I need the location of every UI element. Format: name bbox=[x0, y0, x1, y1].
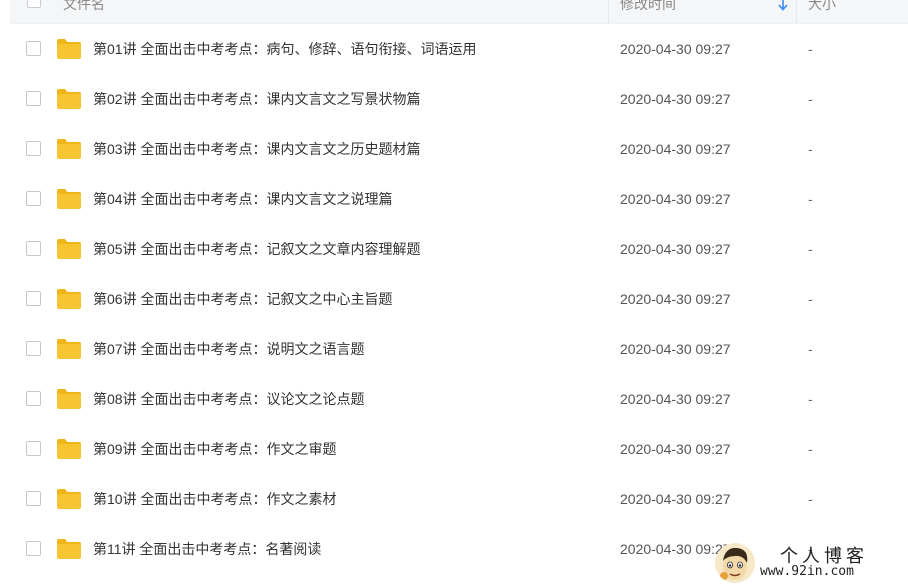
file-name[interactable]: 第11讲 全面出击中考考点：名著阅读 bbox=[93, 539, 321, 559]
file-size: - bbox=[808, 241, 813, 257]
column-divider[interactable] bbox=[608, 0, 609, 23]
column-divider[interactable] bbox=[796, 0, 797, 23]
row-checkbox[interactable] bbox=[26, 141, 41, 156]
file-list-page: 文件名 修改时间 大小 第01讲 全面出击中考考点：病句、修辞、语句衔接、词语运… bbox=[0, 0, 908, 586]
file-name[interactable]: 第07讲 全面出击中考考点：说明文之语言题 bbox=[93, 339, 364, 359]
folder-icon[interactable] bbox=[56, 138, 82, 160]
folder-icon[interactable] bbox=[56, 88, 82, 110]
modified-time: 2020-04-30 09:27 bbox=[620, 491, 731, 507]
watermark-logo: 个人博客 www.92in.com bbox=[712, 540, 908, 586]
modified-time: 2020-04-30 09:27 bbox=[620, 41, 731, 57]
file-name[interactable]: 第04讲 全面出击中考考点：课内文言文之说理篇 bbox=[93, 189, 392, 209]
file-size: - bbox=[808, 441, 813, 457]
file-row[interactable]: 第07讲 全面出击中考考点：说明文之语言题 2020-04-30 09:27 - bbox=[0, 324, 908, 374]
file-row[interactable]: 第06讲 全面出击中考考点：记叙文之中心主旨题 2020-04-30 09:27 - bbox=[0, 274, 908, 324]
watermark-url: www.92in.com bbox=[760, 564, 854, 579]
file-name[interactable]: 第10讲 全面出击中考考点：作文之素材 bbox=[93, 489, 336, 509]
row-checkbox[interactable] bbox=[26, 541, 41, 556]
row-checkbox[interactable] bbox=[26, 441, 41, 456]
file-size: - bbox=[808, 491, 813, 507]
file-size: - bbox=[808, 341, 813, 357]
row-checkbox[interactable] bbox=[26, 291, 41, 306]
file-list: 第01讲 全面出击中考考点：病句、修辞、语句衔接、词语运用 2020-04-30 … bbox=[0, 24, 908, 574]
row-checkbox[interactable] bbox=[26, 191, 41, 206]
row-checkbox[interactable] bbox=[26, 341, 41, 356]
file-name[interactable]: 第03讲 全面出击中考考点：课内文言文之历史题材篇 bbox=[93, 139, 420, 159]
row-checkbox[interactable] bbox=[26, 491, 41, 506]
file-size: - bbox=[808, 191, 813, 207]
file-row[interactable]: 第04讲 全面出击中考考点：课内文言文之说理篇 2020-04-30 09:27 - bbox=[0, 174, 908, 224]
modified-time: 2020-04-30 09:27 bbox=[620, 141, 731, 157]
file-row[interactable]: 第10讲 全面出击中考考点：作文之素材 2020-04-30 09:27 - bbox=[0, 474, 908, 524]
file-name[interactable]: 第01讲 全面出击中考考点：病句、修辞、语句衔接、词语运用 bbox=[93, 39, 476, 59]
folder-icon[interactable] bbox=[56, 538, 82, 560]
file-row[interactable]: 第08讲 全面出击中考考点：议论文之论点题 2020-04-30 09:27 - bbox=[0, 374, 908, 424]
folder-icon[interactable] bbox=[56, 38, 82, 60]
folder-icon[interactable] bbox=[56, 438, 82, 460]
folder-icon[interactable] bbox=[56, 288, 82, 310]
select-all-checkbox[interactable] bbox=[27, 0, 41, 8]
modified-time: 2020-04-30 09:27 bbox=[620, 391, 731, 407]
file-row[interactable]: 第02讲 全面出击中考考点：课内文言文之写景状物篇 2020-04-30 09:2… bbox=[0, 74, 908, 124]
file-name[interactable]: 第08讲 全面出击中考考点：议论文之论点题 bbox=[93, 389, 364, 409]
file-size: - bbox=[808, 141, 813, 157]
avatar-icon bbox=[715, 543, 755, 583]
column-header-size[interactable]: 大小 bbox=[808, 0, 836, 13]
modified-time: 2020-04-30 09:27 bbox=[620, 441, 731, 457]
modified-time: 2020-04-30 09:27 bbox=[620, 241, 731, 257]
file-name[interactable]: 第05讲 全面出击中考考点：记叙文之文章内容理解题 bbox=[93, 239, 420, 259]
file-row[interactable]: 第01讲 全面出击中考考点：病句、修辞、语句衔接、词语运用 2020-04-30 … bbox=[0, 24, 908, 74]
row-checkbox[interactable] bbox=[26, 91, 41, 106]
column-header-name[interactable]: 文件名 bbox=[63, 0, 105, 13]
modified-time: 2020-04-30 09:27 bbox=[620, 291, 731, 307]
file-size: - bbox=[808, 91, 813, 107]
file-row[interactable]: 第03讲 全面出击中考考点：课内文言文之历史题材篇 2020-04-30 09:2… bbox=[0, 124, 908, 174]
file-list-header: 文件名 修改时间 大小 bbox=[10, 0, 908, 24]
column-header-modified-time[interactable]: 修改时间 bbox=[620, 0, 676, 13]
modified-time: 2020-04-30 09:27 bbox=[620, 91, 731, 107]
folder-icon[interactable] bbox=[56, 238, 82, 260]
file-row[interactable]: 第05讲 全面出击中考考点：记叙文之文章内容理解题 2020-04-30 09:2… bbox=[0, 224, 908, 274]
modified-time: 2020-04-30 09:27 bbox=[620, 341, 731, 357]
folder-icon[interactable] bbox=[56, 338, 82, 360]
row-checkbox[interactable] bbox=[26, 41, 41, 56]
folder-icon[interactable] bbox=[56, 188, 82, 210]
row-checkbox[interactable] bbox=[26, 241, 41, 256]
modified-time: 2020-04-30 09:27 bbox=[620, 191, 731, 207]
file-name[interactable]: 第02讲 全面出击中考考点：课内文言文之写景状物篇 bbox=[93, 89, 420, 109]
file-name[interactable]: 第06讲 全面出击中考考点：记叙文之中心主旨题 bbox=[93, 289, 392, 309]
arrow-down-icon[interactable] bbox=[777, 0, 789, 12]
file-row[interactable]: 第09讲 全面出击中考考点：作文之审题 2020-04-30 09:27 - bbox=[0, 424, 908, 474]
row-checkbox[interactable] bbox=[26, 391, 41, 406]
file-size: - bbox=[808, 41, 813, 57]
file-size: - bbox=[808, 291, 813, 307]
file-name[interactable]: 第09讲 全面出击中考考点：作文之审题 bbox=[93, 439, 336, 459]
folder-icon[interactable] bbox=[56, 388, 82, 410]
file-size: - bbox=[808, 391, 813, 407]
folder-icon[interactable] bbox=[56, 488, 82, 510]
